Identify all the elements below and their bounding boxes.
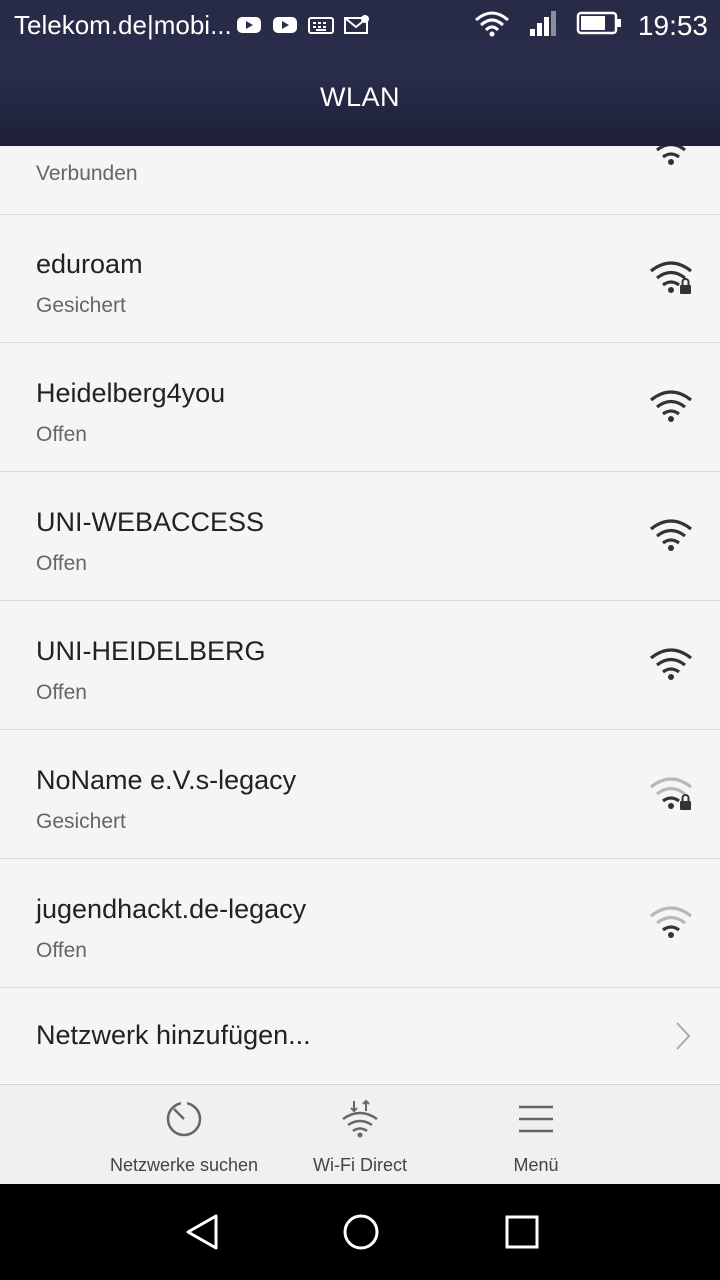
network-name: NoName e.V.s-legacy [36,765,297,795]
network-status: Offen [36,939,87,962]
network-status: Offen [36,681,87,704]
wifi-signal-icon [648,388,694,429]
add-network-label: Netzwerk hinzufügen... [36,1020,311,1050]
network-name: UNI-HEIDELBERG [36,636,266,666]
wifi-direct-icon [270,1099,450,1139]
menu-label: Menü [513,1155,559,1175]
top-bar: Telekom.de|mobi... 19:53 WLAN [0,0,720,146]
network-status: Gesichert [36,294,126,317]
network-name: Heidelberg4you [36,378,226,408]
network-row-connected[interactable]: j g Verbunden [0,146,720,215]
network-row-uni-webaccess[interactable]: UNI-WEBACCESS Offen [0,473,720,601]
youtube-icon [272,14,298,36]
menu-icon [446,1099,626,1139]
network-name: eduroam [36,249,143,279]
battery-icon [576,10,622,41]
clock: 19:53 [637,9,708,41]
network-name: UNI-WEBACCESS [36,507,265,537]
notification-icons [236,14,370,36]
recents-icon[interactable] [502,1212,542,1257]
scan-networks-button[interactable]: Netzwerke suchen [94,1085,274,1185]
network-row-uni-heidelberg[interactable]: UNI-HEIDELBERG Offen [0,602,720,730]
wifi-secured-icon [648,259,694,300]
page-title: WLAN [319,82,400,112]
network-row-noname[interactable]: NoName e.V.s-legacy Gesichert [0,731,720,859]
network-list: j g Verbunden eduroam Gesichert [0,146,720,1084]
add-network-button[interactable]: Netzwerk hinzufügen... [0,990,720,1084]
wifi-signal-icon [648,904,694,945]
mail-icon [344,14,370,36]
network-status: Gesichert [36,810,126,833]
scan-networks-label: Netzwerke suchen [109,1155,259,1175]
network-status: Verbunden [36,162,138,185]
signal-icon [528,9,560,42]
network-name: jugendhackt.de-legacy [36,894,307,924]
home-icon[interactable] [341,1212,381,1257]
wifi-direct-button[interactable]: Wi-Fi Direct [270,1085,450,1185]
wifi-direct-label: Wi-Fi Direct [313,1155,407,1175]
navigation-bar [0,1184,720,1280]
network-row-jugendhackt[interactable]: jugendhackt.de-legacy Offen [0,860,720,988]
scan-icon [94,1099,274,1139]
network-status: Offen [36,552,87,575]
chevron-right-icon [674,1020,692,1057]
wifi-signal-icon [648,146,694,172]
menu-button[interactable]: Menü [446,1085,626,1185]
network-row-eduroam[interactable]: eduroam Gesichert [0,215,720,343]
wifi-signal-icon [648,646,694,687]
wifi-signal-icon [648,517,694,558]
carrier-label: Telekom.de|mobi... [14,10,232,40]
keyboard-icon [308,14,334,36]
status-bar: Telekom.de|mobi... 19:53 [0,0,720,52]
system-icons: 19:53 [472,8,708,43]
wifi-secured-icon [648,775,694,816]
network-status: Offen [36,423,87,446]
back-icon[interactable] [182,1212,222,1257]
wifi-status-icon [472,8,512,43]
bottom-action-bar: Netzwerke suchen Wi-Fi Direct Menü [0,1084,720,1184]
network-row-heidelberg4you[interactable]: Heidelberg4you Offen [0,344,720,472]
youtube-icon [236,14,262,36]
